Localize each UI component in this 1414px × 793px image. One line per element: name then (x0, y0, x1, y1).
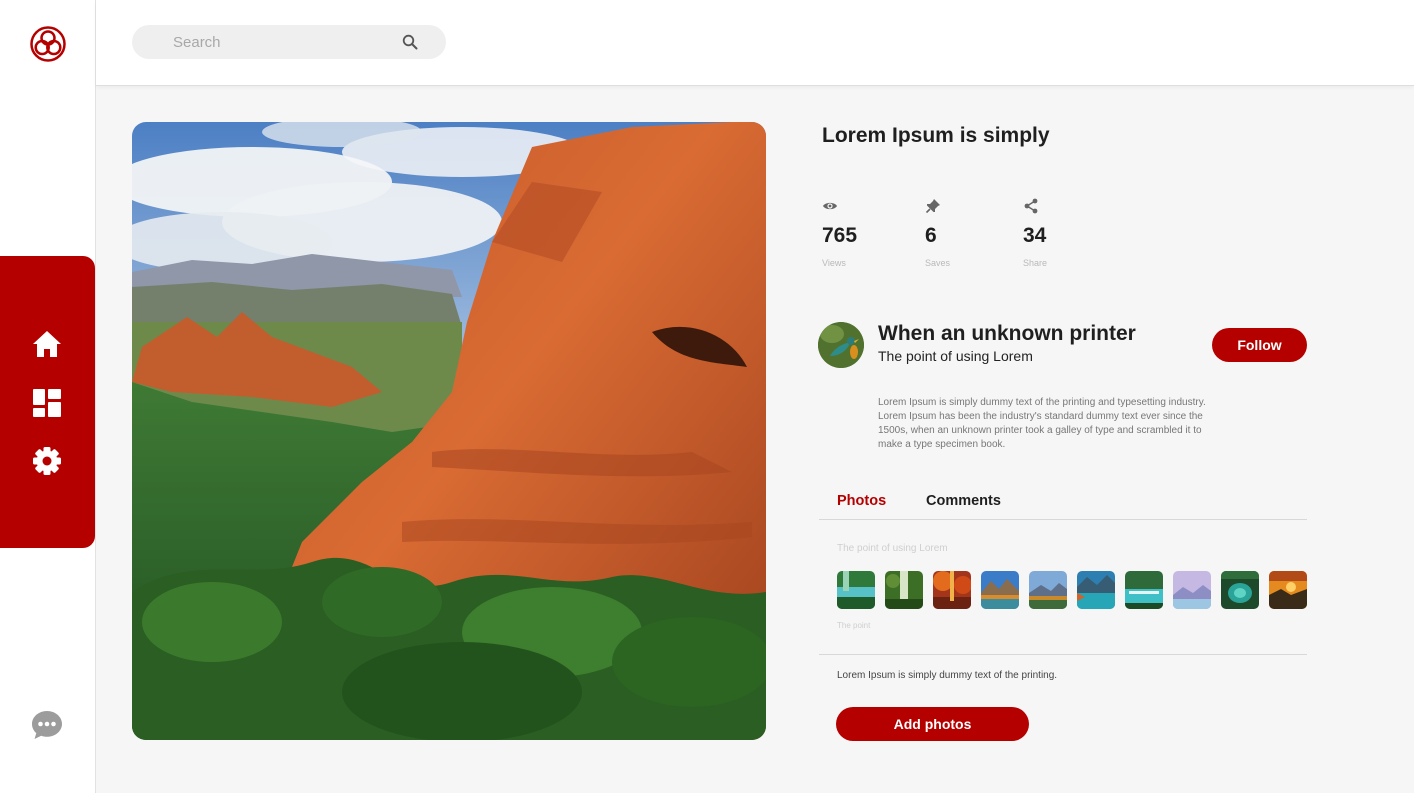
photo-thumbnails (837, 571, 1307, 609)
stat-views: 765 Views (822, 198, 902, 268)
photos-caption: The point of using Lorem (837, 543, 948, 554)
eye-icon (823, 202, 837, 210)
stat-value: 6 (925, 224, 937, 247)
photos-subcaption: The point (837, 621, 871, 630)
share-icon (1024, 198, 1038, 214)
photo-thumbnail[interactable] (981, 571, 1019, 609)
pin-icon (925, 199, 940, 214)
sidebar-nav (0, 256, 95, 548)
post-description: Lorem Ipsum is simply dummy text of the … (878, 397, 1206, 450)
stat-value: 765 (822, 224, 858, 247)
photo-thumbnail[interactable] (1029, 571, 1067, 609)
gear-icon (33, 447, 61, 475)
search-bar (132, 25, 446, 59)
search-input[interactable] (132, 25, 392, 59)
stat-saves: 6 Saves (925, 198, 1005, 268)
search-icon[interactable] (402, 34, 418, 50)
photo-thumbnail[interactable] (1221, 571, 1259, 609)
stat-label: Views (822, 258, 846, 268)
stat-label: Saves (925, 258, 951, 268)
photo-thumbnail[interactable] (1269, 571, 1307, 609)
main-photo[interactable] (132, 122, 766, 740)
tab-bar: Photos Comments (819, 490, 1307, 520)
sidebar (0, 0, 96, 793)
film-reel-logo-icon[interactable] (29, 25, 67, 63)
divider (819, 654, 1307, 655)
photo-thumbnail[interactable] (1077, 571, 1115, 609)
tab-photos[interactable]: Photos (837, 493, 886, 509)
sidebar-item-settings[interactable] (30, 444, 64, 478)
footer-note: Lorem Ipsum is simply dummy text of the … (837, 670, 1058, 681)
photo-thumbnail[interactable] (885, 571, 923, 609)
stat-value: 34 (1023, 224, 1047, 247)
stat-share: 34 Share (1023, 198, 1103, 268)
follow-button[interactable]: Follow (1212, 328, 1307, 362)
add-photos-button[interactable]: Add photos (836, 707, 1029, 741)
photo-thumbnail[interactable] (1173, 571, 1211, 609)
photo-thumbnail[interactable] (837, 571, 875, 609)
avatar[interactable] (818, 322, 864, 368)
home-icon (33, 331, 61, 357)
sidebar-item-dashboard[interactable] (30, 386, 64, 420)
chat-bubble-icon[interactable] (30, 708, 64, 742)
tab-comments[interactable]: Comments (926, 493, 1001, 509)
photo-thumbnail[interactable] (1125, 571, 1163, 609)
photo-thumbnail[interactable] (933, 571, 971, 609)
top-bar (96, 0, 1414, 86)
author-subtitle: The point of using Lorem (878, 348, 1033, 364)
author-name[interactable]: When an unknown printer (878, 322, 1136, 346)
post-title: Lorem Ipsum is simply (822, 124, 1050, 147)
stat-label: Share (1023, 258, 1048, 268)
dashboard-icon (33, 389, 61, 417)
sidebar-item-home[interactable] (30, 327, 64, 361)
